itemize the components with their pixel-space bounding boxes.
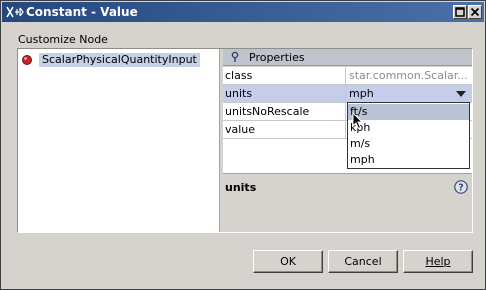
app-logo-icon: [6, 5, 24, 19]
node-bullet-icon: [22, 54, 32, 65]
close-button[interactable]: [468, 5, 482, 19]
maximize-button[interactable]: [453, 5, 467, 19]
cancel-button[interactable]: Cancel: [328, 250, 398, 273]
dropdown-option[interactable]: mph: [348, 152, 469, 168]
property-name: class: [223, 67, 346, 84]
help-icon[interactable]: ?: [454, 180, 468, 194]
property-name: unitsNoRescale: [223, 103, 346, 120]
description-title: units: [225, 181, 257, 194]
close-icon: [470, 7, 480, 17]
help-button-label: Help: [425, 255, 451, 268]
units-combo[interactable]: mph: [347, 85, 472, 102]
tree-item-scalar-physical-quantity-input[interactable]: ScalarPhysicalQuantityInput: [21, 52, 200, 67]
maximize-icon: [455, 7, 465, 17]
dialog-window: Constant - Value Customize Node ScalarPh…: [0, 0, 486, 290]
customize-node-label: Customize Node: [18, 33, 108, 46]
property-row-units[interactable]: units mph: [223, 85, 472, 103]
mouse-cursor-icon: [352, 112, 364, 130]
ok-button[interactable]: OK: [253, 250, 323, 273]
property-row-class[interactable]: class star.common.Scalar...: [223, 67, 472, 85]
help-button[interactable]: Help: [403, 250, 473, 273]
dropdown-option[interactable]: m/s: [348, 136, 469, 152]
chevron-down-icon[interactable]: [456, 91, 466, 97]
dropdown-option[interactable]: ft/s: [348, 104, 469, 120]
property-value: star.common.Scalar...: [349, 69, 468, 82]
property-description-panel: units ?: [223, 173, 472, 232]
property-name: units: [223, 85, 346, 102]
svg-text:?: ?: [458, 183, 464, 194]
property-name: value: [223, 121, 346, 138]
properties-header-label: Properties: [249, 50, 305, 64]
properties-pin-icon: [231, 51, 239, 62]
units-dropdown-list[interactable]: ft/s kph m/s mph: [347, 102, 470, 169]
title-bar[interactable]: Constant - Value: [2, 2, 484, 22]
units-combo-value: mph: [349, 87, 374, 100]
node-tree[interactable]: ScalarPhysicalQuantityInput: [18, 49, 220, 232]
dropdown-option[interactable]: kph: [348, 120, 469, 136]
window-title: Constant - Value: [26, 5, 138, 19]
tree-item-label: ScalarPhysicalQuantityInput: [39, 52, 200, 67]
properties-header: Properties: [223, 49, 472, 66]
